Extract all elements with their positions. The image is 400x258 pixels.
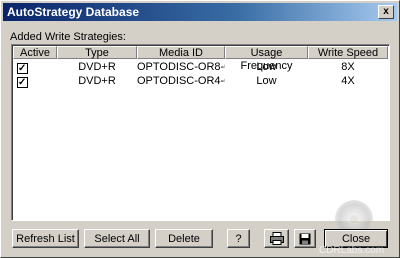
column-header-write-speed[interactable]: Write Speed (308, 46, 388, 59)
active-checkbox[interactable]: ✓ (17, 63, 28, 74)
help-button[interactable]: ? (227, 229, 250, 248)
window-title: AutoStrategy Database (7, 5, 140, 19)
column-header-type[interactable]: Type (57, 46, 137, 59)
refresh-list-button[interactable]: Refresh List (12, 229, 79, 248)
save-button[interactable] (294, 229, 316, 248)
floppy-disk-icon (299, 233, 311, 245)
autostrategy-window: AutoStrategy Database x Added Write Stra… (0, 0, 400, 258)
title-bar[interactable]: AutoStrategy Database x (3, 3, 397, 21)
active-cell: ✓ (13, 61, 57, 74)
table-row[interactable]: ✓ DVD+R OPTODISC-OR8-0 Low 8X (13, 61, 388, 74)
delete-button[interactable]: Delete (155, 229, 213, 248)
type-cell: DVD+R (78, 61, 116, 73)
close-window-button[interactable]: x (378, 5, 394, 19)
list-header: Active Type Media ID Usage Frequency Wri… (13, 46, 388, 72)
table-row[interactable]: ✓ DVD+R OPTODISC-OR4-0 Low 4X (13, 75, 388, 88)
speed-cell: 8X (341, 61, 355, 73)
speed-cell: 4X (341, 75, 355, 87)
media-id-cell: OPTODISC-OR8-0 (137, 61, 225, 73)
active-cell: ✓ (13, 75, 57, 88)
column-header-usage-frequency[interactable]: Usage Frequency (225, 46, 308, 72)
media-id-cell: OPTODISC-OR4-0 (137, 75, 225, 87)
select-all-button[interactable]: Select All (84, 229, 150, 248)
watermark-text: CDRLabs.com (319, 245, 385, 256)
printer-icon (269, 232, 284, 245)
type-cell: DVD+R (78, 75, 116, 87)
print-button[interactable] (264, 229, 289, 248)
column-header-active[interactable]: Active (13, 46, 57, 59)
column-header-media-id[interactable]: Media ID (137, 46, 225, 59)
active-checkbox[interactable]: ✓ (17, 77, 28, 88)
write-strategies-list[interactable]: Active Type Media ID Usage Frequency Wri… (11, 44, 390, 221)
section-label: Added Write Strategies: (10, 31, 126, 43)
usage-cell: Low (256, 61, 277, 73)
usage-cell: Low (256, 75, 277, 87)
